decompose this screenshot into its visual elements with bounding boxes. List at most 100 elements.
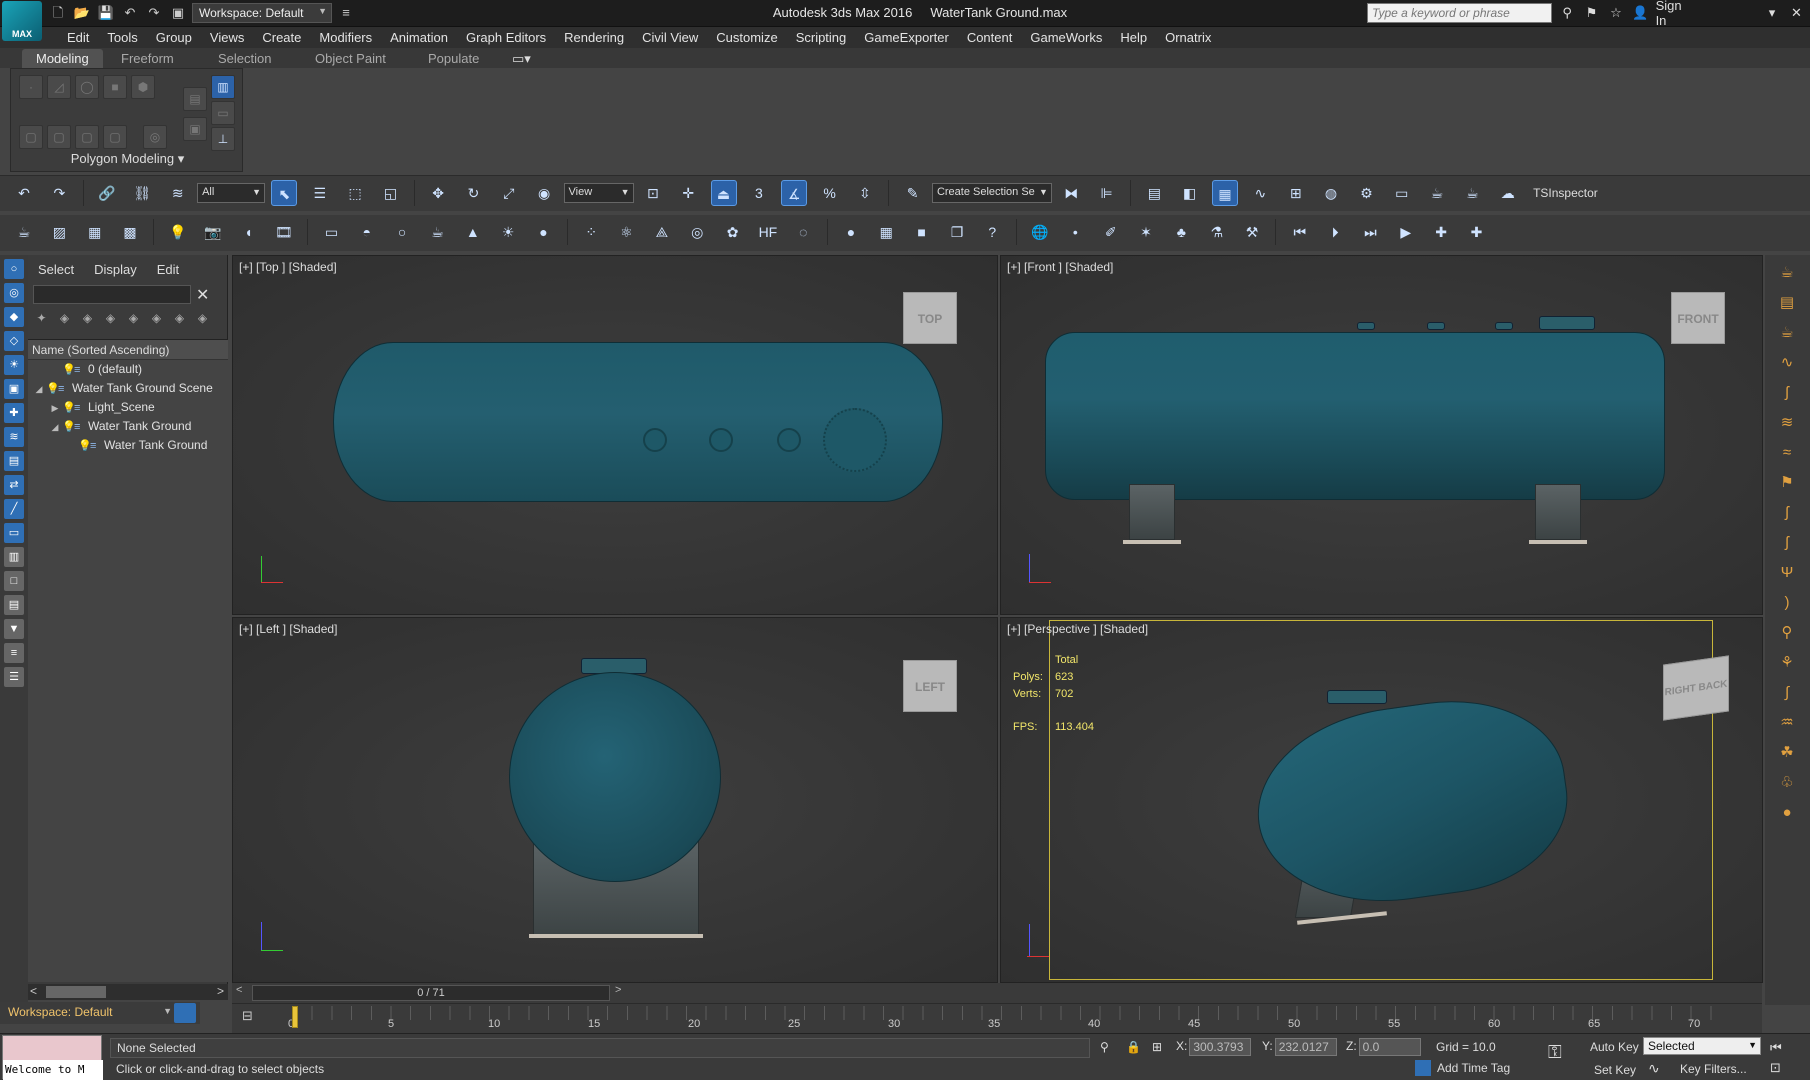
menu-item-graph-editors[interactable]: Graph Editors <box>457 29 555 46</box>
customize-qat-icon[interactable]: ≡ <box>336 3 356 23</box>
rectangular-selection-icon[interactable]: ⬚ <box>342 180 368 206</box>
network-icon[interactable]: ⟁ <box>649 219 675 245</box>
current-frame-marker[interactable] <box>292 1006 298 1028</box>
menu-item-scripting[interactable]: Scripting <box>787 29 856 46</box>
render-in-cloud-icon[interactable]: ☁ <box>1495 180 1521 206</box>
select-by-name-icon[interactable]: ☰ <box>307 180 333 206</box>
plugin-m-icon[interactable]: ♒ <box>1775 711 1799 735</box>
align-icon[interactable]: ⊫ <box>1094 180 1120 206</box>
sign-in-button[interactable]: Sign In <box>1656 0 1693 28</box>
menu-edit[interactable]: Edit <box>147 259 189 280</box>
plugin-i-icon[interactable]: ) <box>1775 591 1799 615</box>
light-bulb-icon[interactable]: 💡 <box>46 382 60 395</box>
schematic-view-icon[interactable]: ⊞ <box>1283 180 1309 206</box>
toggle-filter-a-icon[interactable]: ◈ <box>55 311 74 329</box>
viewcube[interactable]: TOP <box>903 292 957 344</box>
ribbon-options-icon[interactable]: ▭▾ <box>498 49 545 68</box>
display-shapes-icon[interactable]: ◇ <box>4 331 24 351</box>
tab-modeling[interactable]: Modeling <box>22 49 103 68</box>
mirror-icon[interactable]: ⧓ <box>1058 180 1084 206</box>
dome-icon[interactable]: ◓ <box>354 219 380 245</box>
teapot-icon[interactable]: ☕ <box>11 219 37 245</box>
favorites-star-icon[interactable]: ☆ <box>1607 5 1625 21</box>
link-icon[interactable]: 🔗 <box>94 180 120 206</box>
box-icon[interactable]: ▭ <box>318 219 344 245</box>
key-mode-dropdown[interactable]: Selected ▼ <box>1643 1037 1761 1055</box>
rendered-frame-window-icon[interactable]: ▭ <box>1389 180 1415 206</box>
sphere-icon[interactable]: ○ <box>389 219 415 245</box>
toggle-filter-f-icon[interactable]: ◈ <box>170 311 189 329</box>
scale-icon[interactable]: ⤢ <box>496 180 522 206</box>
viewport-label[interactable]: [+] [Left ] [Shaded] <box>239 622 337 636</box>
plugin-g-icon[interactable]: ʃ <box>1775 531 1799 555</box>
render-setup-icon[interactable]: ⚙ <box>1353 180 1379 206</box>
absolute-mode-icon[interactable]: ⊞ <box>1152 1040 1162 1054</box>
plugin-d-icon[interactable]: ≈ <box>1775 441 1799 465</box>
plugin-p-icon[interactable]: ● <box>1775 801 1799 825</box>
viewport-top[interactable]: [+] [Top ] [Shaded] TOP <box>232 255 998 615</box>
toggle-filter-b-icon[interactable]: ◈ <box>78 311 97 329</box>
communication-center-icon[interactable]: ⚑ <box>1582 5 1600 21</box>
ribbon-tool-b-icon[interactable]: ▢ <box>47 125 71 149</box>
hierarchy-panel-icon[interactable]: ☕ <box>1775 321 1799 345</box>
plugin-e-icon[interactable]: ⚑ <box>1775 471 1799 495</box>
light-bulb-icon[interactable]: 💡 <box>62 401 76 414</box>
light-bulb-icon[interactable]: 💡 <box>78 439 92 452</box>
plugin-k-icon[interactable]: ⚘ <box>1775 651 1799 675</box>
blue-cube-icon[interactable]: ■ <box>909 219 935 245</box>
tank-model[interactable] <box>509 672 721 882</box>
dot-icon[interactable]: • <box>1062 219 1088 245</box>
plugin-o-icon[interactable]: ♧ <box>1775 771 1799 795</box>
hammer-icon[interactable]: ⚒ <box>1239 219 1265 245</box>
render-iterative-icon[interactable]: ☕ <box>1459 180 1485 206</box>
grid-icon[interactable]: ▩ <box>117 219 143 245</box>
workspace-dropdown[interactable]: Workspace: Default ▼ <box>192 3 332 23</box>
border-mode-icon[interactable]: ◯ <box>75 75 99 99</box>
display-none-icon[interactable]: ○ <box>4 259 24 279</box>
menu-item-edit[interactable]: Edit <box>58 29 98 46</box>
set-key-button[interactable]: Set Key <box>1594 1063 1636 1077</box>
tsinspector-label[interactable]: TSInspector <box>1533 186 1598 200</box>
image-icon[interactable]: ▨ <box>46 219 72 245</box>
curve-editor-mini-icon[interactable]: ⊟ <box>242 1008 253 1024</box>
bind-to-space-warp-icon[interactable]: ≋ <box>165 180 191 206</box>
camera-icon[interactable]: 📷 <box>200 219 226 245</box>
next-icon[interactable]: ⏭ <box>1357 219 1383 245</box>
hf-icon[interactable]: HF <box>755 219 781 245</box>
ribbon-tool-e-icon[interactable]: ◎ <box>143 125 167 149</box>
coord-y-field[interactable]: 232.0127 <box>1274 1038 1337 1056</box>
list-item[interactable]: ▶ 💡≡ Light_Scene <box>28 398 228 417</box>
menu-item-customize[interactable]: Customize <box>707 29 786 46</box>
white-sphere-icon[interactable]: ● <box>838 219 864 245</box>
save-file-icon[interactable]: 💾 <box>96 3 116 23</box>
tab-freeform[interactable]: Freeform <box>107 49 188 68</box>
previous-frame-icon[interactable]: < <box>236 984 242 996</box>
create-layer-icon[interactable]: ✦ <box>32 311 51 329</box>
brush-icon[interactable]: ✐ <box>1098 219 1124 245</box>
menu-item-help[interactable]: Help <box>1111 29 1156 46</box>
plant-icon[interactable]: ✿ <box>720 219 746 245</box>
workspace-footer-dropdown[interactable]: Workspace: Default ▼ <box>0 1002 200 1024</box>
percent-snap-icon[interactable]: % <box>817 180 843 206</box>
display-geometry-icon[interactable]: ◆ <box>4 307 24 327</box>
time-slider[interactable]: < 0 / 71 > <box>232 983 1762 1003</box>
plugin-h-icon[interactable]: Ψ <box>1775 561 1799 585</box>
modify-selection-icon[interactable]: ▤ <box>183 87 207 111</box>
scroll-right-icon[interactable]: > <box>217 984 224 998</box>
figure-icon[interactable]: ✶ <box>1133 219 1159 245</box>
cone-icon[interactable]: ▲ <box>460 219 486 245</box>
green-tree-icon[interactable]: ♣ <box>1168 219 1194 245</box>
display-children-icon[interactable]: ▤ <box>4 595 24 615</box>
workspace-icon[interactable] <box>174 1003 196 1023</box>
binoculars-icon[interactable]: ⚲ <box>1558 5 1576 21</box>
rotate-icon[interactable]: ↻ <box>460 180 486 206</box>
hierarchy-icon[interactable]: ☰ <box>4 667 24 687</box>
select-object-icon[interactable]: ⬉ <box>271 180 298 206</box>
display-xrefs-icon[interactable]: ⇄ <box>4 475 24 495</box>
graphite-tools-icon[interactable]: ◧ <box>1177 180 1203 206</box>
polygon-modeling-dropdown[interactable]: Polygon Modeling ▾ <box>11 151 244 167</box>
selection-lock-icon[interactable]: 🔒 <box>1126 1040 1141 1054</box>
key-icon[interactable]: ⚿ <box>1548 1042 1562 1063</box>
previous-icon[interactable]: ⏮ <box>1287 219 1313 245</box>
zoom-extents-icon[interactable]: ⊡ <box>1770 1058 1782 1078</box>
